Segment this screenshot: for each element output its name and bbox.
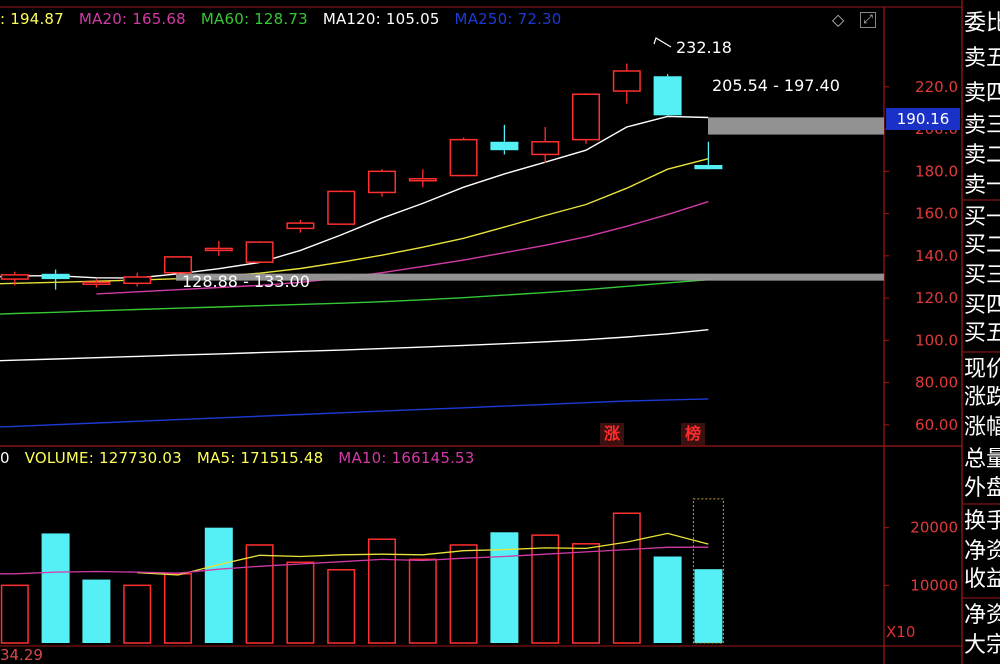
legend-ma120: MA120: 105.05 <box>322 10 440 28</box>
order-book-label: 卖四 <box>964 81 1000 106</box>
candle-body <box>327 190 356 225</box>
candle-body <box>123 276 152 285</box>
volume-bar <box>0 584 29 644</box>
order-book-label: 卖二 <box>964 143 1000 168</box>
price-tick-label: 100.0 <box>915 331 958 349</box>
order-book-label: 委比 <box>964 11 1000 36</box>
candle-body <box>204 247 233 252</box>
resistance-band <box>708 117 884 135</box>
bottom-value: 34.29 <box>0 646 43 664</box>
order-book-label: 涨幅 <box>964 415 1000 440</box>
volume-bar <box>204 527 233 643</box>
volume-bar <box>531 534 560 644</box>
order-book-label: 涨跌 <box>964 385 1000 410</box>
legend-ma20: MA20: 165.68 <box>78 10 186 28</box>
resistance-band-label: 205.54 - 197.40 <box>712 76 840 95</box>
volume-bar <box>694 569 723 643</box>
legend-volume: VOLUME: 127730.03 <box>24 449 182 467</box>
candle-body <box>245 241 274 263</box>
order-book-label: 总量 <box>964 447 1000 472</box>
order-book-label: 净资 <box>964 539 1000 564</box>
volume-bar <box>123 584 152 644</box>
candle-body <box>164 256 192 274</box>
volume-bar <box>41 533 70 643</box>
price-tick-label: 80.00 <box>915 374 958 392</box>
legend-ma60: MA60: 128.73 <box>200 10 308 28</box>
volume-bar <box>286 561 315 644</box>
volume-tick-label: 10000 <box>910 576 958 594</box>
candle-body <box>572 93 600 141</box>
order-book-label: 外盘 <box>964 476 1000 501</box>
candle-body <box>82 281 111 286</box>
high-price-arrow <box>653 37 672 48</box>
legend-ma250: MA250: 72.30 <box>454 10 562 28</box>
order-book-label: 买一 <box>964 205 1000 230</box>
ma-line-ma120 <box>0 329 709 362</box>
order-book-label: 卖一 <box>964 173 1000 198</box>
price-tick-label: 120.0 <box>915 289 958 307</box>
expand-icon[interactable]: ⤢ <box>860 12 876 28</box>
diamond-icon[interactable]: ◇ <box>832 10 844 29</box>
order-book-label: 净资 <box>964 603 1000 628</box>
volume-tick-label: 20000 <box>910 519 958 537</box>
order-book-label: 现价 <box>964 357 1000 382</box>
volume-bar <box>572 543 600 644</box>
price-tick-label: 160.0 <box>915 205 958 223</box>
candle-body <box>694 164 723 170</box>
legend-price-current: : 194.87 <box>0 10 64 28</box>
order-book-label: 买四 <box>964 293 1000 318</box>
order-book-label: 大宗 <box>964 633 1000 658</box>
candle-body <box>368 170 396 194</box>
price-legend: : 194.87 MA20: 165.68 MA60: 128.73 MA120… <box>0 10 572 28</box>
volume-bar <box>82 579 111 643</box>
candle-body <box>41 273 70 280</box>
order-book-label: 收益 <box>964 567 1000 592</box>
order-book-label: 卖三 <box>964 113 1000 138</box>
volume-bar <box>612 512 641 644</box>
price-tick-label: 180.0 <box>915 162 958 180</box>
current-price-marker: 190.16 <box>886 108 960 130</box>
order-book-label: 买三 <box>964 263 1000 288</box>
limit-up-badge[interactable]: 涨 <box>600 423 624 445</box>
volume-bar <box>245 544 274 644</box>
order-book-label: 卖五 <box>964 46 1000 71</box>
legend-vol-prefix: 0 <box>0 449 10 467</box>
price-tick-label: 220.0 <box>915 78 958 96</box>
order-book-label: 换手 <box>964 509 1000 534</box>
volume-legend: 0 VOLUME: 127730.03 MA5: 171515.48 MA10:… <box>0 449 485 467</box>
candle-body <box>286 222 315 230</box>
candle-body <box>490 141 519 151</box>
volume-multiplier: X10 <box>886 623 916 641</box>
volume-bar <box>327 569 356 644</box>
volume-bar <box>449 544 478 644</box>
legend-vol-ma5: MA5: 171515.48 <box>196 449 324 467</box>
order-book-label: 买二 <box>964 233 1000 258</box>
order-book-label: 买五 <box>964 321 1000 346</box>
candle-body <box>449 138 478 177</box>
candle-body <box>531 141 560 156</box>
candle-body <box>0 274 29 280</box>
price-tick-label: 60.00 <box>915 416 958 434</box>
price-tick-label: 140.0 <box>915 247 958 265</box>
candle-body <box>653 76 682 116</box>
candle-body <box>408 177 437 182</box>
ranking-badge[interactable]: 榜 <box>681 423 705 445</box>
legend-vol-ma10: MA10: 166145.53 <box>338 449 475 467</box>
support-band-label: 128.88 - 133.00 <box>182 272 310 291</box>
volume-bar <box>164 573 192 644</box>
high-price-label: 232.18 <box>676 38 732 57</box>
candle-body <box>612 70 641 92</box>
volume-bar <box>408 558 437 644</box>
volume-bar <box>653 556 682 643</box>
chart-canvas: 220.0200.0180.0160.0140.0120.0100.080.00… <box>0 0 1000 664</box>
